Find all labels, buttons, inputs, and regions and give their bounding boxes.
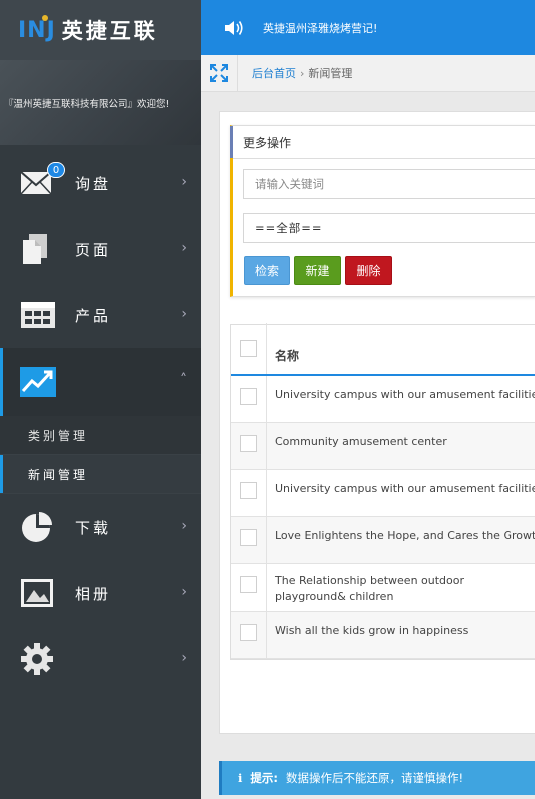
chart-icon [19, 365, 57, 399]
logo-text: 英捷互联 [61, 19, 158, 43]
submenu-item-category[interactable]: 类别管理 [0, 416, 201, 455]
welcome-text: 『温州英捷互联科技有限公司』欢迎您! [4, 98, 170, 110]
notice-text[interactable]: 英捷温州泽雅烧烤营记! [263, 20, 377, 36]
speaker-icon [223, 18, 245, 38]
inquiry-badge: 0 [47, 162, 65, 178]
row-checkbox[interactable] [240, 435, 257, 452]
info-icon: i [238, 771, 243, 785]
chevron-right-icon: › [181, 240, 187, 256]
column-header-name: 名称 [275, 349, 300, 363]
breadcrumb-current: 新闻管理 [308, 67, 353, 80]
row-title[interactable]: Wish all the kids grow in happiness [267, 612, 535, 658]
news-table: 名称 University campus with our amusement … [230, 323, 535, 660]
breadcrumb-separator: › [300, 66, 305, 80]
sidebar-item-download[interactable]: 下载 › [0, 494, 201, 560]
sidebar-item-label: 页面 [75, 240, 112, 259]
row-title[interactable]: Love Enlightens the Hope, and Cares the … [267, 517, 535, 563]
table-row[interactable]: Community amusement center [231, 423, 535, 470]
sidebar-item-news[interactable]: ˄ [0, 348, 201, 416]
action-buttons: 检索 新建 删除 [244, 256, 392, 285]
select-all-cell [231, 323, 267, 374]
delete-button[interactable]: 删除 [345, 256, 392, 285]
logo-mark: INJ [18, 14, 56, 43]
row-title[interactable]: University campus with our amusement fac… [267, 470, 535, 516]
chevron-right-icon: › [181, 306, 187, 322]
table-row[interactable]: Love Enlightens the Hope, and Cares the … [231, 517, 535, 564]
sidebar: INJ 英捷互联 『温州英捷互联科技有限公司』欢迎您! 0 询盘 › 页面 › … [0, 0, 201, 799]
chevron-right-icon: › [181, 518, 187, 534]
row-checkbox-cell [231, 612, 267, 658]
fullscreen-icon[interactable] [201, 54, 238, 92]
sidebar-item-inquiry[interactable]: 0 询盘 › [0, 150, 201, 216]
row-checkbox-cell [231, 470, 267, 516]
mail-icon: 0 [19, 162, 65, 200]
sidebar-nav: 0 询盘 › 页面 › 产品 › ˄ 类别管理 新闻管理 下载 › 相册 › › [0, 150, 201, 692]
chevron-right-icon: › [181, 584, 187, 600]
search-button[interactable]: 检索 [244, 256, 290, 285]
row-checkbox[interactable] [240, 482, 257, 499]
tip-label: 提示: [250, 771, 278, 785]
row-checkbox[interactable] [240, 529, 257, 546]
document-icon [19, 232, 57, 266]
pie-icon [19, 510, 57, 544]
new-button[interactable]: 新建 [294, 256, 341, 285]
chevron-up-icon: ˄ [180, 372, 187, 388]
sidebar-item-label: 下载 [75, 518, 112, 537]
sidebar-item-products[interactable]: 产品 › [0, 282, 201, 348]
operations-box: 更多操作 请输入关键词 ==全部== 检索 新建 删除 [230, 125, 535, 297]
submenu-item-news-management[interactable]: 新闻管理 [0, 455, 201, 494]
main-panel: 更多操作 请输入关键词 ==全部== 检索 新建 删除 名称 Universit… [219, 111, 535, 734]
row-checkbox-cell [231, 376, 267, 422]
row-checkbox-cell [231, 517, 267, 563]
tip-text: 数据操作后不能还原，请谨慎操作! [285, 771, 464, 785]
sidebar-item-label: 产品 [75, 306, 112, 325]
row-checkbox[interactable] [240, 388, 257, 405]
sidebar-item-label: 相册 [75, 584, 112, 603]
table-row[interactable]: The Relationship between outdoor playgro… [231, 564, 535, 612]
row-checkbox-cell [231, 564, 267, 611]
gear-icon [19, 642, 57, 676]
grid-icon [19, 298, 57, 332]
breadcrumb: 后台首页 › 新闻管理 [201, 54, 535, 92]
submenu: 类别管理 新闻管理 [0, 416, 201, 494]
image-icon [19, 576, 57, 610]
top-bar: 英捷温州泽雅烧烤营记! [201, 0, 535, 55]
tip-bar: i 提示: 数据操作后不能还原，请谨慎操作! [219, 761, 535, 795]
row-title[interactable]: University campus with our amusement fac… [267, 376, 535, 422]
table-row[interactable]: University campus with our amusement fac… [231, 470, 535, 517]
user-area: 『温州英捷互联科技有限公司』欢迎您! [0, 60, 201, 145]
logo[interactable]: INJ 英捷互联 [0, 0, 201, 60]
row-checkbox[interactable] [240, 576, 257, 593]
row-checkbox[interactable] [240, 624, 257, 641]
chevron-right-icon: › [181, 650, 187, 666]
row-checkbox-cell [231, 423, 267, 469]
table-row[interactable]: University campus with our amusement fac… [231, 376, 535, 423]
row-title[interactable]: The Relationship between outdoor playgro… [267, 564, 535, 611]
operations-title: 更多操作 [230, 126, 535, 159]
select-all-checkbox[interactable] [240, 340, 257, 357]
table-row[interactable]: Wish all the kids grow in happiness [231, 612, 535, 659]
row-title[interactable]: Community amusement center [267, 423, 535, 469]
keyword-input[interactable]: 请输入关键词 [243, 169, 535, 199]
table-header: 名称 [231, 323, 535, 376]
sidebar-item-settings[interactable]: › [0, 626, 201, 692]
breadcrumb-home-link[interactable]: 后台首页 [252, 65, 296, 81]
sidebar-item-label: 询盘 [75, 174, 112, 193]
chevron-right-icon: › [181, 174, 187, 190]
sidebar-item-album[interactable]: 相册 › [0, 560, 201, 626]
category-select[interactable]: ==全部== [243, 213, 535, 243]
sidebar-item-pages[interactable]: 页面 › [0, 216, 201, 282]
